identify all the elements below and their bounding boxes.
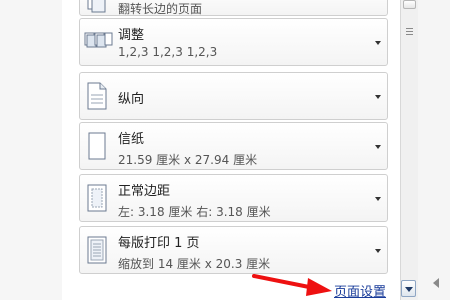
page-setup-link[interactable]: 页面设置 [334,281,386,300]
orientation-title: 纵向 [118,92,145,107]
preview-area-edge [418,0,450,300]
dropdown-arrow-icon [375,249,381,253]
collate-subtitle: 1,2,3 1,2,3 1,2,3 [118,45,218,59]
collate-title: 调整 [118,28,145,43]
dropdown-arrow-icon [375,197,381,201]
pages-per-sheet-subtitle: 缩放到 14 厘米 x 20.3 厘米 [118,257,271,271]
duplex-title: 翻转长边的页面 [118,2,203,16]
margins-title: 正常边距 [118,184,171,199]
collate-setting-card[interactable]: 调整 1,2,3 1,2,3 1,2,3 [79,18,388,66]
scrollbar-grip [406,28,413,29]
margins-subtitle: 左: 3.18 厘米 右: 3.18 厘米 [118,205,271,219]
vertical-scrollbar[interactable] [400,0,418,300]
paper-size-title: 信纸 [118,132,145,147]
scroll-down-arrow-icon [405,287,413,292]
backstage-nav-strip [0,0,63,300]
scrollbar-grip [406,34,413,35]
paper-size-subtitle: 21.59 厘米 x 27.94 厘米 [118,153,258,167]
red-arrow-icon [252,274,332,296]
portrait-icon [87,82,107,110]
dropdown-arrow-icon [375,145,381,149]
duplex-setting-card[interactable]: 翻转长边的页面 [79,0,388,16]
paper-size-setting-card[interactable]: 信纸 21.59 厘米 x 27.94 厘米 [79,122,388,170]
paper-size-icon [88,132,106,160]
scrollbar-grip [406,31,413,32]
scroll-down-button[interactable] [401,280,416,297]
pages-per-sheet-icon [87,236,107,264]
duplex-flip-icon [87,0,106,13]
margins-setting-card[interactable]: 正常边距 左: 3.18 厘米 右: 3.18 厘米 [79,174,388,222]
orientation-setting-card[interactable]: 纵向 [79,72,388,120]
dropdown-arrow-icon [375,95,381,99]
margins-icon [87,184,107,212]
pages-per-sheet-title: 每版打印 1 页 [118,236,200,251]
previous-page-arrow-icon[interactable] [433,278,439,288]
scrollbar-thumb[interactable] [403,0,416,9]
collate-icon [84,32,113,48]
dropdown-arrow-icon [375,41,381,45]
print-settings-panel: 翻转长边的页面 调整 1,2,3 1,2,3 1,2,3 纵向 信纸 21.59… [62,0,400,300]
pages-per-sheet-setting-card[interactable]: 每版打印 1 页 缩放到 14 厘米 x 20.3 厘米 [79,226,388,274]
